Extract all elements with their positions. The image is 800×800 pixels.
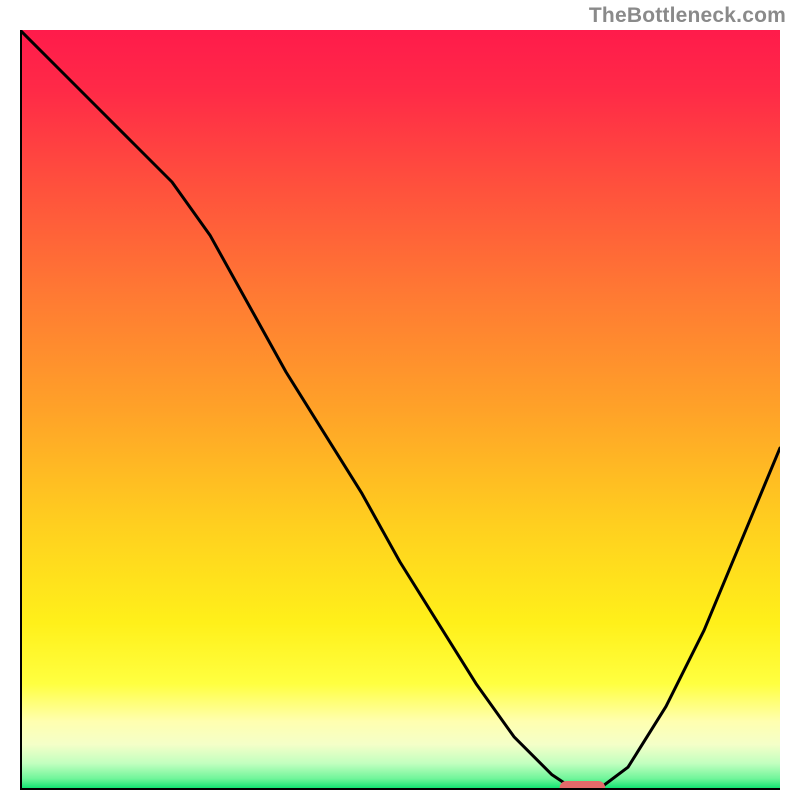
bottleneck-chart [20,30,780,790]
attribution-text: TheBottleneck.com [589,4,786,28]
chart-svg [20,30,780,790]
